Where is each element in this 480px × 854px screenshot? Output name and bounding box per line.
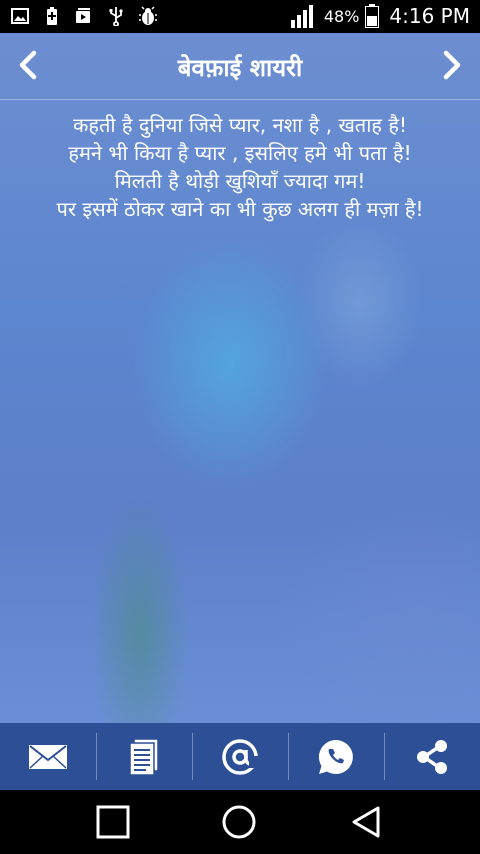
poem-line: हमने भी किया है प्यार , इसलिए हमे भी पता… bbox=[68, 141, 412, 165]
battery-percent: 48% bbox=[323, 6, 360, 26]
main-content: बेवफ़ाई शायरी कहती है दुनिया जिसे प्यार,… bbox=[0, 33, 480, 723]
shayari-text: कहती है दुनिया जिसे प्यार, नशा है , खताह… bbox=[10, 111, 470, 223]
poem-line: कहती है दुनिया जिसे प्यार, नशा है , खताह… bbox=[72, 113, 407, 137]
mail-icon bbox=[29, 744, 67, 769]
whatsapp-icon bbox=[318, 739, 353, 774]
clock: 4:16 PM bbox=[389, 4, 470, 28]
back-button[interactable] bbox=[348, 804, 384, 840]
share-at-button[interactable] bbox=[192, 723, 288, 790]
share-button[interactable] bbox=[384, 723, 480, 790]
home-button[interactable] bbox=[221, 804, 257, 840]
bug-icon bbox=[139, 6, 157, 25]
copy-icon bbox=[129, 737, 159, 776]
poem-line: मिलती है थोड़ी खुशियाँ ज्यादा गम! bbox=[114, 169, 366, 193]
video-icon bbox=[76, 8, 90, 23]
action-bar bbox=[0, 723, 480, 790]
battery-icon bbox=[365, 4, 380, 28]
chevron-right-icon bbox=[443, 50, 461, 80]
image-icon bbox=[11, 8, 29, 24]
header: बेवफ़ाई शायरी bbox=[0, 33, 480, 100]
recent-apps-button[interactable] bbox=[95, 804, 131, 840]
at-icon bbox=[222, 738, 258, 775]
share-icon bbox=[417, 739, 447, 774]
status-bar: 48% 4:16 PM bbox=[0, 0, 480, 33]
usb-icon bbox=[109, 7, 123, 26]
email-button[interactable] bbox=[0, 723, 96, 790]
system-nav-bar bbox=[0, 790, 480, 854]
system-status: 48% 4:16 PM bbox=[290, 4, 470, 28]
recent-apps-icon bbox=[96, 805, 130, 839]
whatsapp-button[interactable] bbox=[288, 723, 384, 790]
home-icon bbox=[222, 805, 256, 839]
poem-line: पर इसमें ठोकर खाने का भी कुछ अलग ही मज़ा… bbox=[56, 197, 424, 221]
page-title: बेवफ़ाई शायरी bbox=[177, 54, 303, 82]
back-icon bbox=[352, 806, 380, 838]
notification-icons bbox=[10, 6, 158, 26]
battery-saver-icon bbox=[47, 7, 57, 25]
signal-icon bbox=[290, 5, 313, 28]
next-button[interactable] bbox=[434, 47, 470, 83]
copy-button[interactable] bbox=[96, 723, 192, 790]
